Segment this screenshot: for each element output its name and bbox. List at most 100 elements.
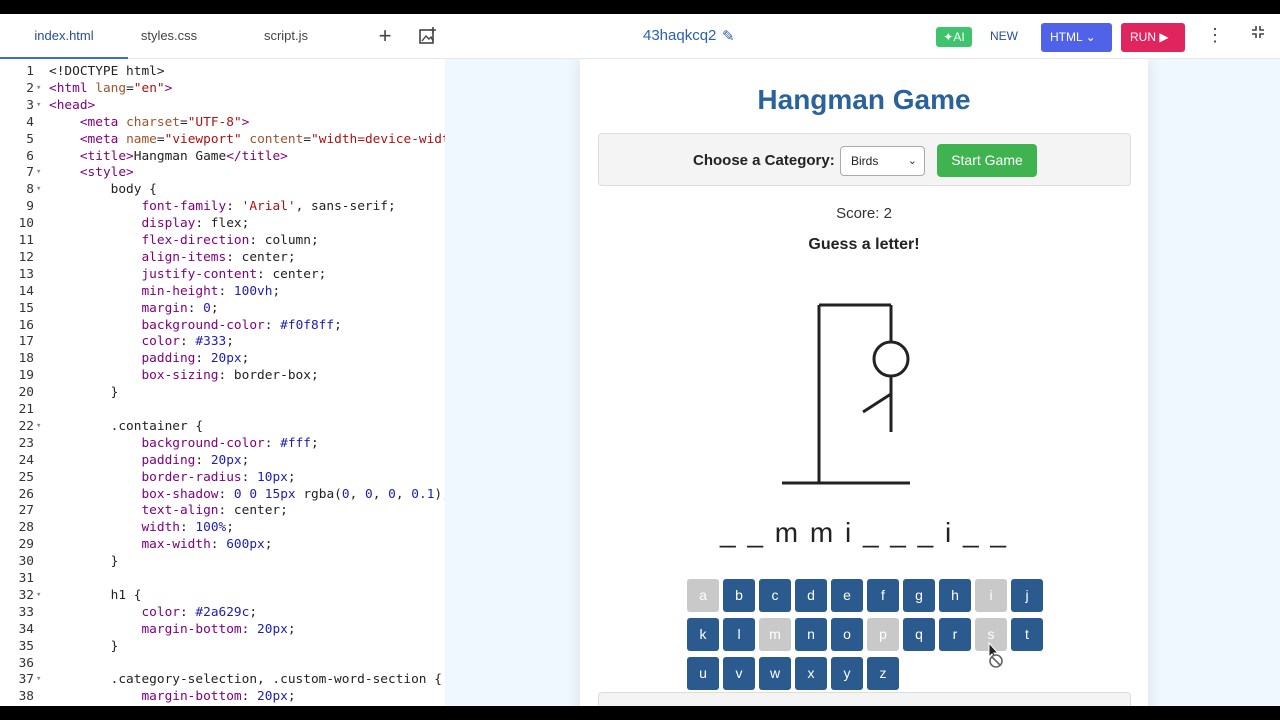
code-line[interactable]: 18 padding: 20px; [0, 350, 445, 367]
letter-key-e[interactable]: e [831, 579, 863, 612]
line-number: 30 [18, 554, 34, 570]
code-line[interactable]: 22 ▾ .container { [0, 418, 445, 435]
fold-arrow-icon[interactable]: ▾ [36, 80, 41, 97]
letter-key-b[interactable]: b [723, 579, 755, 612]
letter-key-c[interactable]: c [759, 579, 791, 612]
letter-key-h[interactable]: h [939, 579, 971, 612]
code-line[interactable]: 39 padding: 10px; [0, 705, 445, 706]
code-line[interactable]: 13 justify-content: center; [0, 266, 445, 283]
letter-key-w[interactable]: w [759, 657, 791, 690]
line-number: 23 [18, 435, 34, 451]
letter-key-r[interactable]: r [939, 618, 971, 651]
letter-key-t[interactable]: t [1011, 618, 1043, 651]
fold-arrow-icon[interactable]: ▾ [36, 587, 41, 604]
letter-key-n[interactable]: n [795, 618, 827, 651]
code-line[interactable]: 10 display: flex; [0, 215, 445, 232]
fold-arrow-icon[interactable]: ▾ [36, 181, 41, 198]
code-line[interactable]: 24 padding: 20px; [0, 452, 445, 469]
add-file-icon[interactable]: + [374, 25, 396, 48]
code-line[interactable]: 33 color: #2a629c; [0, 604, 445, 621]
fold-arrow-icon[interactable]: ▾ [36, 164, 41, 181]
code-line[interactable]: 9 font-family: 'Arial', sans-serif; [0, 198, 445, 215]
letter-key-m[interactable]: m [759, 618, 791, 651]
code-line[interactable]: 34 margin-bottom: 20px; [0, 621, 445, 638]
line-number: 22 [18, 418, 34, 434]
code-line[interactable]: 8 ▾ body { [0, 181, 445, 198]
letter-key-d[interactable]: d [795, 579, 827, 612]
code-line[interactable]: 5 <meta name="viewport" content="width=d… [0, 131, 445, 148]
letter-key-k[interactable]: k [687, 618, 719, 651]
code-line[interactable]: 38 margin-bottom: 20px; [0, 688, 445, 705]
letter-key-q[interactable]: q [903, 618, 935, 651]
letter-key-z[interactable]: z [867, 657, 899, 690]
code-line[interactable]: 6 <title>Hangman Game</title> [0, 148, 445, 165]
code-line[interactable]: 4 <meta charset="UTF-8"> [0, 114, 445, 131]
code-line[interactable]: 19 box-sizing: border-box; [0, 367, 445, 384]
code-line[interactable]: 11 flex-direction: column; [0, 232, 445, 249]
code-line[interactable]: 17 color: #333; [0, 333, 445, 350]
category-select[interactable]: Birds ⌄ [840, 146, 925, 176]
html-dropdown-button[interactable]: HTML ⌄ [1041, 23, 1112, 52]
add-image-icon[interactable] [417, 26, 439, 48]
code-line[interactable]: 27 text-align: center; [0, 502, 445, 519]
tab-styles-css[interactable]: styles.css [105, 14, 233, 59]
letter-key-v[interactable]: v [723, 657, 755, 690]
code-line[interactable]: 32 ▾ h1 { [0, 587, 445, 604]
letter-key-p[interactable]: p [867, 618, 899, 651]
code-line[interactable]: 21 [0, 401, 445, 418]
code-text: padding: 20px; [141, 452, 250, 468]
fold-arrow-icon[interactable]: ▾ [36, 97, 41, 114]
category-value: Birds [851, 154, 879, 168]
code-line[interactable]: 3 ▾ <head> [0, 97, 445, 114]
code-line[interactable]: 14 min-height: 100vh; [0, 283, 445, 300]
code-editor[interactable]: 1 <!DOCTYPE html> 2 ▾ <html lang="en"> 3 ▾ <hea… [0, 59, 445, 706]
code-line[interactable]: 35 } [0, 638, 445, 655]
ai-button[interactable]: ✦AI [936, 27, 972, 47]
code-line[interactable]: 12 align-items: center; [0, 249, 445, 266]
letter-key-y[interactable]: y [831, 657, 863, 690]
line-number: 11 [18, 233, 34, 248]
line-number: 29 [18, 537, 34, 553]
game-container: Hangman Game Choose a Category: Birds ⌄ S… [580, 59, 1148, 706]
hangman-left-arm [862, 392, 892, 414]
code-line[interactable]: 16 background-color: #f0f8ff; [0, 317, 445, 334]
fold-arrow-icon[interactable]: ▾ [36, 671, 41, 688]
start-game-button[interactable]: Start Game [937, 144, 1037, 177]
more-options-icon[interactable]: ⋮ [1206, 25, 1224, 46]
project-name[interactable]: 43haqkcq2 [643, 27, 716, 44]
code-line[interactable]: 1 <!DOCTYPE html> [0, 63, 445, 80]
tab-script-js[interactable]: script.js [222, 14, 350, 59]
letter-key-l[interactable]: l [723, 618, 755, 651]
code-line[interactable]: 31 [0, 570, 445, 587]
letter-key-g[interactable]: g [903, 579, 935, 612]
pencil-icon[interactable]: ✎ [722, 27, 735, 45]
line-number: 26 [18, 486, 34, 502]
code-line[interactable]: 20 } [0, 384, 445, 401]
code-line[interactable]: 25 border-radius: 10px; [0, 469, 445, 486]
preview-pane: Hangman Game Choose a Category: Birds ⌄ S… [445, 59, 1280, 706]
code-line[interactable]: 29 max-width: 600px; [0, 536, 445, 553]
fold-arrow-icon[interactable]: ▾ [36, 418, 41, 435]
code-line[interactable]: 15 margin: 0; [0, 300, 445, 317]
code-line[interactable]: 7 ▾ <style> [0, 164, 445, 181]
letter-key-j[interactable]: j [1011, 579, 1043, 612]
line-number: 32 [18, 587, 34, 603]
line-number: 6 [26, 148, 34, 164]
collapse-icon[interactable] [1248, 25, 1268, 44]
code-line[interactable]: 37 ▾ .category-selection, .custom-word-se… [0, 671, 445, 688]
code-line[interactable]: 36 [0, 655, 445, 672]
letter-key-u[interactable]: u [687, 657, 719, 690]
letter-key-i[interactable]: i [975, 579, 1007, 612]
code-line[interactable]: 26 box-shadow: 0 0 15px rgba(0, 0, 0, 0.… [0, 486, 445, 503]
category-label: Choose a Category: [693, 152, 835, 169]
run-button[interactable]: RUN ▶ [1121, 23, 1185, 52]
letter-key-f[interactable]: f [867, 579, 899, 612]
letter-key-o[interactable]: o [831, 618, 863, 651]
code-line[interactable]: 2 ▾ <html lang="en"> [0, 80, 445, 97]
code-line[interactable]: 30 } [0, 553, 445, 570]
code-line[interactable]: 23 background-color: #fff; [0, 435, 445, 452]
letter-key-x[interactable]: x [795, 657, 827, 690]
code-line[interactable]: 28 width: 100%; [0, 519, 445, 536]
new-button[interactable]: NEW [990, 29, 1018, 43]
letter-key-a[interactable]: a [687, 579, 719, 612]
